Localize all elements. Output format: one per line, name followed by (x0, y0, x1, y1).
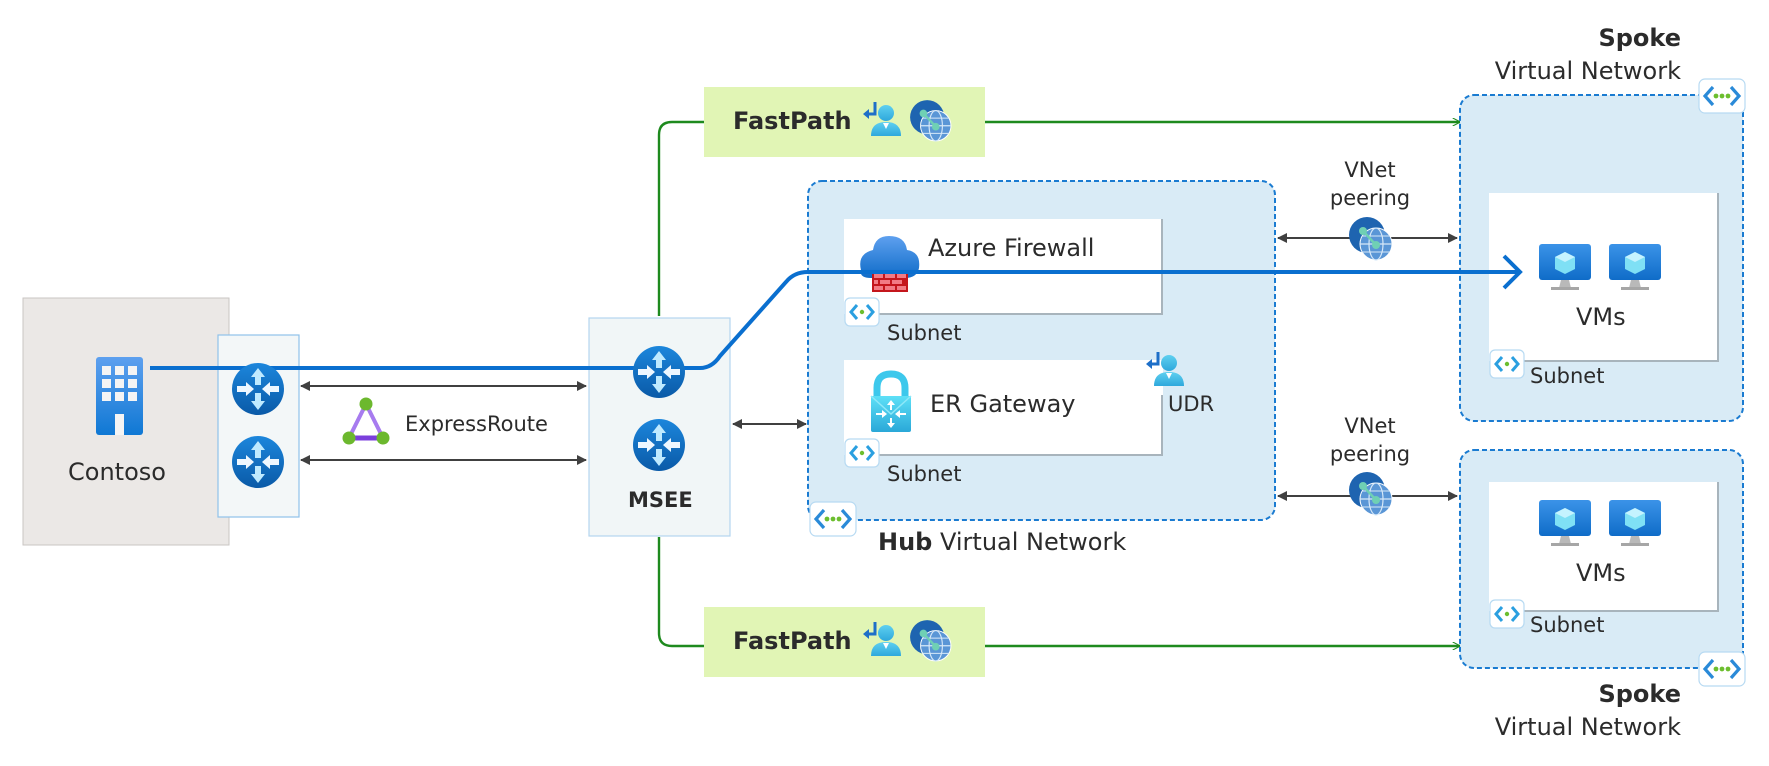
firewall-label: Azure Firewall (928, 234, 1095, 262)
spoke-top-title-rest: Virtual Network (1494, 57, 1681, 85)
building-icon (96, 357, 143, 435)
router-icon (633, 346, 685, 398)
spoke-top-title-bold: Spoke (1598, 24, 1681, 52)
router-icon (232, 363, 284, 415)
subnet-icon (843, 437, 881, 469)
spoke-bottom-title-bold: Spoke (1598, 680, 1681, 708)
hub-vnet-title: Hub Virtual Network (878, 528, 1126, 556)
fastpath-line-bottom-left (657, 537, 705, 648)
peering-top-line2: peering (1329, 186, 1411, 210)
fastpath-line-top-left (657, 120, 705, 316)
spoke-top-vms-label: VMs (1576, 303, 1626, 331)
peering-icon (1347, 215, 1394, 262)
vnet-icon (808, 500, 858, 538)
udr-label: UDR (1168, 392, 1215, 416)
er-gateway-label: ER Gateway (930, 390, 1076, 418)
spoke-top-subnet-label: Subnet (1530, 364, 1605, 388)
vnet-icon (1697, 77, 1747, 115)
vnet-icon (1697, 650, 1747, 688)
peering-icon (1347, 470, 1394, 517)
diagram-canvas (22, 77, 1747, 688)
peering-bottom-line2: peering (1329, 442, 1411, 466)
firewall-subnet-label: Subnet (887, 321, 962, 345)
peering-bottom-label: VNet peering (1318, 412, 1422, 468)
fastpath-top-label: FastPath (733, 107, 852, 135)
router-icon (232, 436, 284, 488)
peering-top-label: VNet peering (1318, 156, 1422, 212)
customer-edge-panel (217, 334, 300, 518)
subnet-icon (1488, 598, 1526, 630)
peering-top-line1: VNet (1344, 158, 1396, 182)
fastpath-bottom-label: FastPath (733, 627, 852, 655)
spoke-top-subnet-card (1489, 193, 1719, 361)
subnet-icon (1488, 348, 1526, 380)
onprem-label: Contoso (68, 458, 166, 486)
expressroute-label: ExpressRoute (405, 412, 548, 436)
msee-label: MSEE (628, 488, 693, 512)
router-icon (633, 419, 685, 471)
expressroute-icon (342, 397, 390, 445)
spoke-bottom-title-rest: Virtual Network (1494, 713, 1681, 741)
hub-vnet-title-rest: Virtual Network (932, 528, 1127, 556)
spoke-bottom-title: Spoke Virtual Network (1495, 678, 1681, 744)
hub-vnet-title-bold: Hub (878, 528, 933, 556)
spoke-bottom-vms-label: VMs (1576, 559, 1626, 587)
peering-bottom-line1: VNet (1344, 414, 1396, 438)
spoke-bottom-subnet-card (1489, 482, 1719, 611)
spoke-top-title: Spoke Virtual Network (1495, 22, 1681, 88)
gateway-subnet-label: Subnet (887, 462, 962, 486)
subnet-icon (843, 296, 881, 328)
spoke-bottom-subnet-label: Subnet (1530, 613, 1605, 637)
